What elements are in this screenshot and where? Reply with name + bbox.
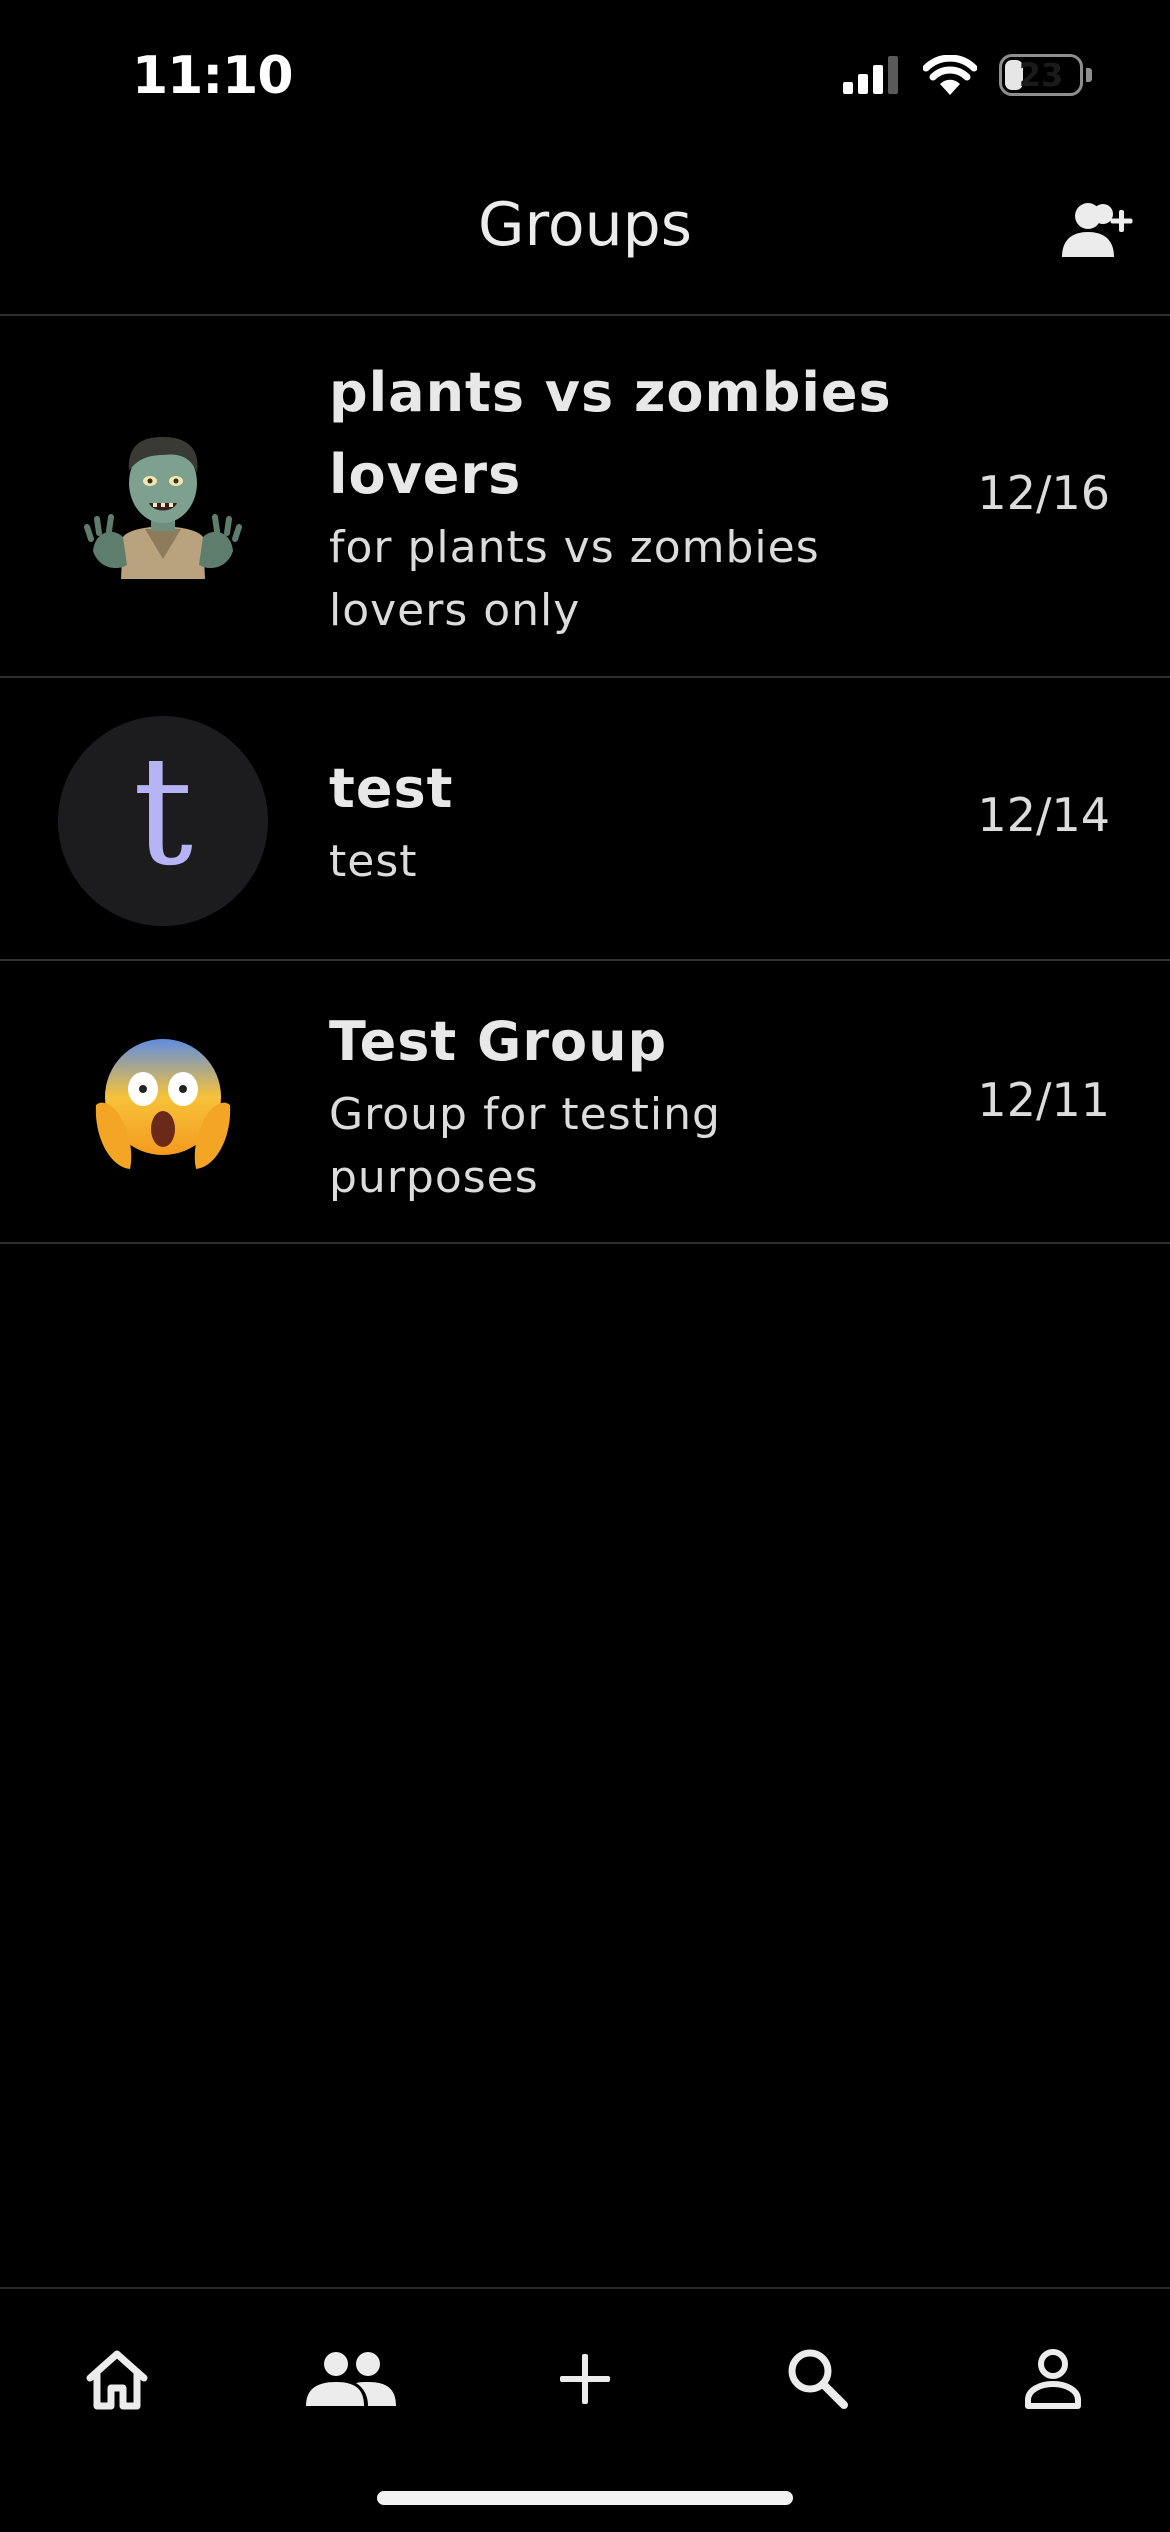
home-icon: [86, 2350, 148, 2410]
battery-level: 23: [1018, 56, 1064, 94]
group-avatar: t: [58, 716, 268, 926]
group-description: for plants vs zombies lovers only: [329, 522, 820, 636]
add-member-icon: [1062, 203, 1133, 257]
signal-icon: [843, 56, 898, 94]
wifi-icon: [923, 55, 977, 95]
status-bar: 11:10 23: [0, 0, 1170, 150]
group-text: Test Group Group for testing purposes: [329, 1001, 929, 1209]
group-avatar: [58, 394, 268, 604]
group-date: 12/16: [977, 466, 1110, 520]
group-list: plants vs zombies lovers for plants vs z…: [0, 316, 1170, 1244]
group-row[interactable]: t test test 12/14: [0, 678, 1170, 961]
add-member-button[interactable]: [1058, 194, 1138, 266]
group-date: 12/11: [977, 1073, 1110, 1127]
group-avatar: [58, 997, 268, 1207]
group-text: plants vs zombies lovers for plants vs z…: [329, 352, 929, 642]
battery-icon: 23: [999, 54, 1083, 96]
group-row[interactable]: plants vs zombies lovers for plants vs z…: [0, 316, 1170, 678]
nav-add[interactable]: [525, 2329, 645, 2429]
profile-icon: [1025, 2349, 1081, 2409]
group-row[interactable]: Test Group Group for testing purposes 12…: [0, 961, 1170, 1244]
group-description: Group for testing purposes: [329, 1089, 721, 1203]
group-name: plants vs zombies lovers: [329, 361, 892, 506]
screaming-face-emoji: [95, 1039, 231, 1169]
header: Groups: [0, 160, 1170, 316]
home-indicator: [377, 2491, 793, 2505]
group-name: test: [329, 757, 454, 820]
group-description: test: [329, 836, 418, 887]
page-title: Groups: [478, 190, 692, 260]
groups-icon: [306, 2352, 396, 2406]
avatar-letter: t: [132, 725, 194, 899]
battery-tip: [1086, 68, 1092, 82]
status-time: 11:10: [132, 46, 294, 106]
nav-profile[interactable]: [993, 2329, 1113, 2429]
nav-home[interactable]: [57, 2329, 177, 2429]
group-date: 12/14: [977, 788, 1110, 842]
add-icon: [560, 2354, 610, 2404]
nav-groups[interactable]: [291, 2329, 411, 2429]
group-name: Test Group: [329, 1010, 668, 1073]
status-icons: 23: [843, 54, 1092, 96]
group-text: test test: [329, 748, 929, 893]
zombie-emoji: [84, 437, 242, 579]
search-icon: [788, 2349, 848, 2409]
nav-search[interactable]: [758, 2329, 878, 2429]
